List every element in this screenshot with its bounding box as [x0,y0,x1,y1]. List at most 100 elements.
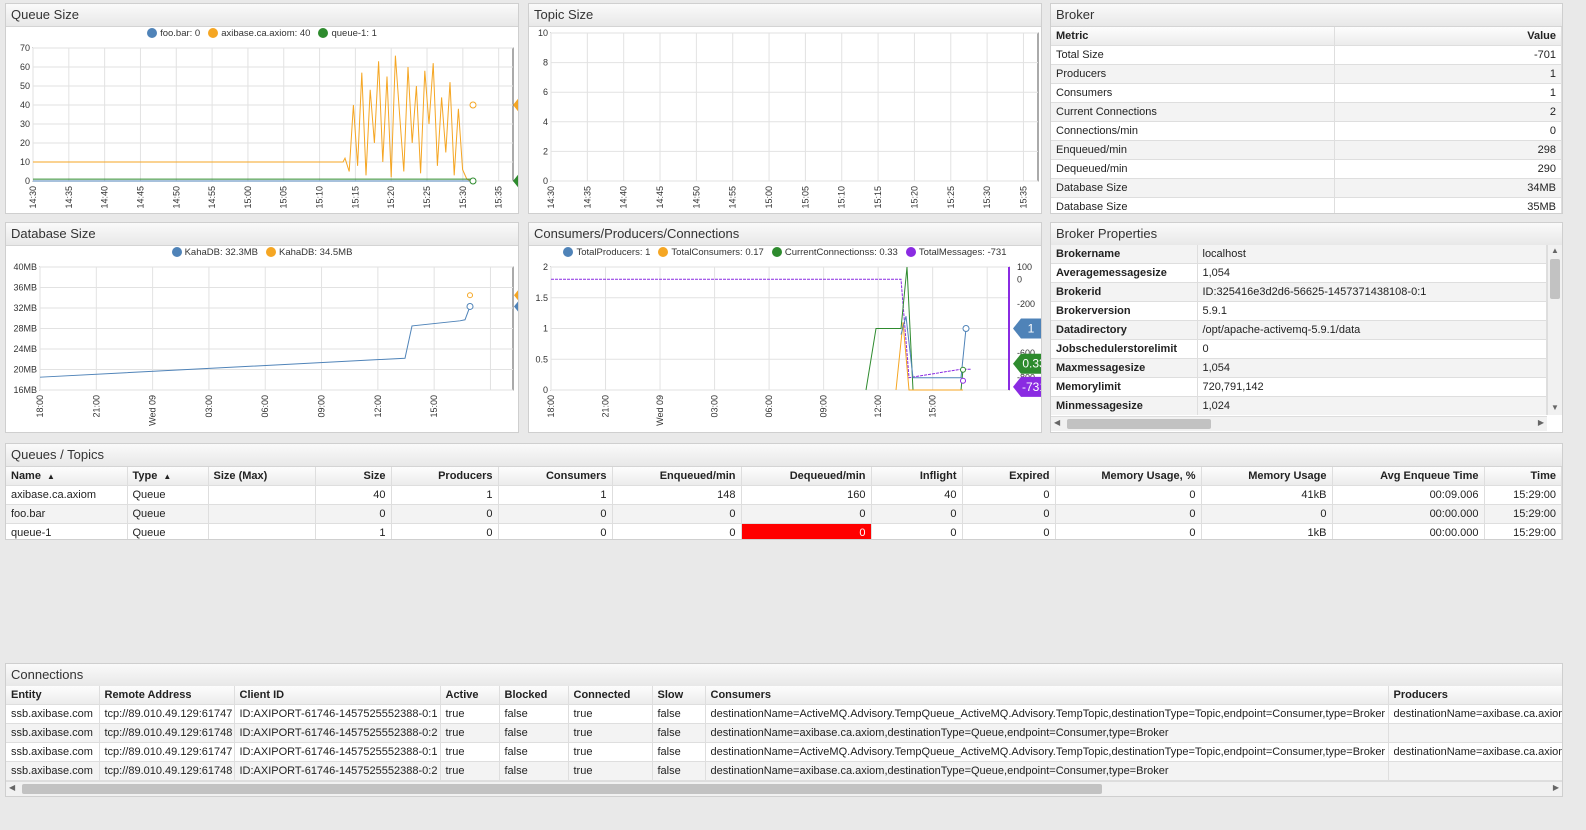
table-row: Database Size 34MB [1051,178,1562,198]
column-header[interactable]: Name ▲ [6,467,128,486]
column-header[interactable]: Inflight [871,467,963,486]
table-cell: false [499,761,569,781]
table-row[interactable]: ssb.axibase.com tcp://89.010.49.129:61747… [6,704,1562,724]
table-cell: 15:29:00 [1484,485,1562,505]
header-row: Entity Remote Address Client ID Active Block… [6,686,1562,705]
table-row[interactable]: ssb.axibase.com tcp://89.010.49.129:61748… [6,723,1562,743]
column-header[interactable]: Active [440,686,500,705]
table-cell: tcp://89.010.49.129:61747 [99,704,235,724]
table-cell: tcp://89.010.49.129:61748 [99,761,235,781]
metric-header[interactable]: Metric [1051,27,1335,46]
scroll-right-icon[interactable]: ▶ [1553,783,1559,792]
column-header[interactable]: Dequeued/min [741,467,872,486]
metric-value: 1 [1334,83,1562,103]
property-value: localhost [1197,245,1547,264]
x-tick-label: 06:00 [260,395,270,418]
column-header[interactable]: Size [315,467,392,486]
y2-tick-label: 100 [1017,262,1032,272]
table-cell: foo.bar [6,504,128,524]
widget-title: Topic Size [529,4,1041,27]
metric-name: Connections/min [1051,121,1335,141]
data-point [960,377,966,384]
scrollbar-thumb[interactable] [22,784,1102,794]
y-tick-label: 70 [20,43,30,53]
x-tick-label: 15:20 [386,186,396,209]
table-row[interactable]: queue-1 Queue 1 0 0 0 0 0 0 0 1kB 00:00.000 15:29:00 [6,523,1562,539]
table-row[interactable]: ssb.axibase.com tcp://89.010.49.129:61748… [6,761,1562,781]
column-header[interactable]: Enqueued/min [612,467,742,486]
column-header[interactable]: Consumers [498,467,613,486]
table-cell: 0 [871,523,963,539]
column-header[interactable]: Size (Max) [208,467,316,486]
column-header[interactable]: Client ID [234,686,441,705]
value-badge: 32.3MB [514,301,518,312]
scrollbar-thumb[interactable] [1067,419,1211,429]
table-cell: 0 [962,523,1056,539]
x-tick-label: 18:00 [546,395,556,418]
database-size-widget: Database Size KahaDB: 32.3MB KahaDB: 34.5… [5,222,519,433]
scroll-left-icon[interactable]: ◀ [9,783,15,792]
scroll-left-icon[interactable]: ◀ [1054,418,1060,427]
scroll-right-icon[interactable]: ▶ [1538,418,1544,427]
metric-value: 298 [1334,140,1562,160]
vertical-scrollbar[interactable]: ▲ ▼ [1547,245,1562,415]
table-row: Dequeued/min 290 [1051,159,1562,179]
table-cell: ID:AXIPORT-61746-1457525552388-0:1 [234,704,441,724]
table-cell: ssb.axibase.com [6,742,100,762]
x-tick-label: 21:00 [91,395,101,418]
x-tick-label: 12:00 [873,395,883,418]
column-header[interactable]: Memory Usage, % [1055,467,1202,486]
table-cell: destinationName=axibase.ca.axiom [1388,704,1562,724]
table-row[interactable]: axibase.ca.axiom Queue 40 1 1 148 160 40 0 0 41kB 0… [6,485,1562,505]
table-cell: 0 [391,523,499,539]
data-point [469,177,477,185]
scroll-up-icon[interactable]: ▲ [1551,246,1559,255]
table-cell: ID:AXIPORT-61746-1457525552388-0:2 [234,761,441,781]
column-header[interactable]: Consumers [705,686,1389,705]
table-row[interactable]: foo.bar Queue 0 0 0 0 0 0 0 0 0 00:00.000 15:29:00 [6,504,1562,524]
column-header[interactable]: Entity [6,686,100,705]
x-tick-label: 14:45 [655,186,665,209]
metric-name: Consumers [1051,83,1335,103]
queues-topics-widget: Queues / Topics Name ▲ Type ▲ Size (Max) Size… [5,443,1563,540]
table-row: Database Size 35MB [1051,197,1562,213]
column-header[interactable]: Blocked [499,686,569,705]
y-tick-label: 1 [543,324,548,334]
x-tick-label: 15:35 [1018,186,1028,209]
table-cell: destinationName=axibase.ca.axiom [1388,742,1562,762]
column-header[interactable]: Type ▲ [127,467,209,486]
value-header[interactable]: Value [1334,27,1562,46]
scroll-down-icon[interactable]: ▼ [1551,403,1559,412]
column-header[interactable]: Slow [652,686,706,705]
sort-asc-icon[interactable]: ▲ [47,472,55,481]
x-tick-label: 21:00 [601,395,611,418]
table-row[interactable]: ssb.axibase.com tcp://89.010.49.129:61747… [6,742,1562,762]
widget-title: Broker [1051,4,1562,27]
table-cell: Queue [127,523,209,539]
column-header[interactable]: Producers [391,467,499,486]
table-cell: false [499,742,569,762]
scrollbar-thumb[interactable] [1550,259,1560,299]
table-cell: 00:09.006 [1332,485,1485,505]
y2-tick-label: -200 [1017,299,1035,309]
column-header[interactable]: Avg Enqueue Time [1332,467,1485,486]
y-tick-label: 20MB [13,365,37,375]
column-header[interactable]: Time [1484,467,1562,486]
column-header[interactable]: Connected [568,686,653,705]
column-header[interactable]: Remote Address [99,686,235,705]
y-tick-label: 28MB [13,324,37,334]
table-cell: true [440,761,500,781]
column-header[interactable]: Memory Usage [1201,467,1333,486]
x-tick-label: 09:00 [317,395,327,418]
column-header[interactable]: Expired [962,467,1056,486]
table-cell: false [652,761,706,781]
table-row: Brokername localhost [1051,245,1547,264]
horizontal-scrollbar[interactable]: ◀ ▶ [1051,416,1547,431]
column-header[interactable]: Producers [1388,686,1562,705]
property-name: Averagemessagesize [1051,263,1198,283]
horizontal-scrollbar[interactable]: ◀ ▶ [6,781,1562,796]
property-name: Brokerid [1051,282,1198,302]
table-cell: 0 [612,504,742,524]
sort-asc-icon[interactable]: ▲ [163,472,171,481]
table-cell: true [440,742,500,762]
